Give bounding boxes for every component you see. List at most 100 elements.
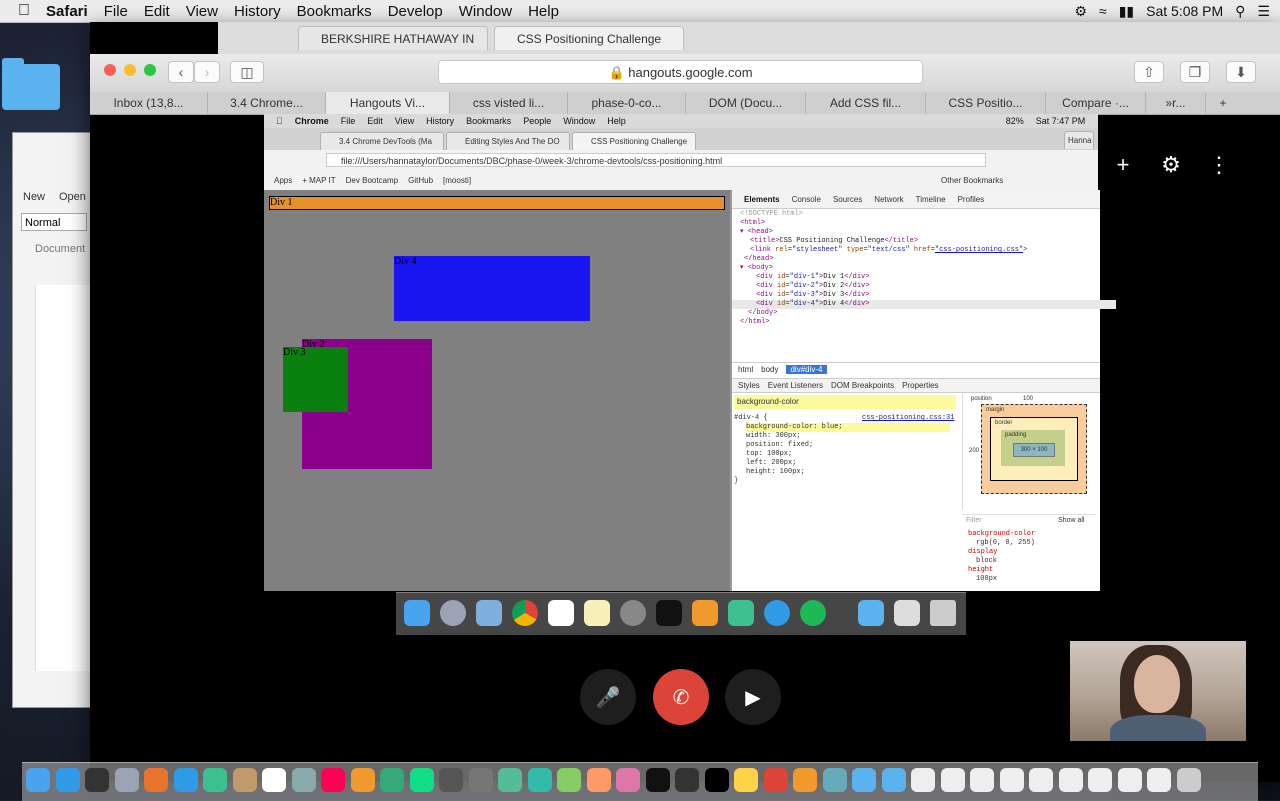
spotlight-icon[interactable]: ⚲ bbox=[1235, 3, 1245, 20]
top-tab-css-positioning[interactable]: CSS Positioning Challenge bbox=[494, 26, 684, 50]
dock-app-icon[interactable] bbox=[439, 768, 463, 792]
minimize-window-button[interactable] bbox=[124, 64, 136, 76]
dock-app-icon[interactable] bbox=[734, 768, 758, 792]
dock-app-icon[interactable] bbox=[675, 768, 699, 792]
menu-help[interactable]: Help bbox=[528, 3, 559, 20]
safari-tab-bar: Inbox (13,8... 3.4 Chrome... Hangouts Vi… bbox=[90, 92, 1280, 115]
dock-app-icon[interactable] bbox=[1029, 768, 1053, 792]
wifi-icon[interactable]: ≈ bbox=[1099, 3, 1107, 19]
tab-overview-button[interactable]: ❐ bbox=[1180, 61, 1210, 83]
dock-app-icon[interactable] bbox=[822, 768, 847, 792]
tab-hangouts[interactable]: Hangouts Vi... bbox=[326, 92, 450, 114]
dock-app-icon[interactable] bbox=[468, 768, 493, 792]
style-select[interactable]: Normal bbox=[21, 213, 87, 231]
dock-app-icon[interactable] bbox=[55, 768, 80, 792]
dock-app-icon[interactable] bbox=[203, 768, 227, 792]
dock-app-icon[interactable] bbox=[144, 768, 168, 792]
address-bar[interactable]: 🔒 hangouts.google.com bbox=[438, 60, 923, 84]
dock-app-icon[interactable] bbox=[527, 768, 552, 792]
dock-app-icon[interactable] bbox=[291, 768, 316, 792]
toggle-camera-button[interactable]: ▶ bbox=[725, 669, 781, 725]
sidebar-toggle-button[interactable]: ◫ bbox=[230, 61, 264, 83]
tab-chrome-devtools[interactable]: 3.4 Chrome... bbox=[208, 92, 326, 114]
close-window-button[interactable] bbox=[104, 64, 116, 76]
menu-history[interactable]: History bbox=[234, 3, 281, 20]
tab-dom[interactable]: DOM (Docu... bbox=[686, 92, 806, 114]
battery-icon[interactable]: ▮▮ bbox=[1119, 3, 1134, 20]
dock-app-icon[interactable] bbox=[911, 768, 935, 792]
document-label: Document bbox=[35, 243, 86, 255]
open-label[interactable]: Open bbox=[59, 191, 86, 203]
menu-edit[interactable]: Edit bbox=[144, 3, 170, 20]
dock-app-icon[interactable] bbox=[26, 768, 50, 792]
downloads-button[interactable]: ⬇ bbox=[1226, 61, 1256, 83]
dock-app-icon[interactable] bbox=[85, 768, 109, 792]
dock-app-icon[interactable] bbox=[321, 768, 345, 792]
share-button[interactable]: ⇧ bbox=[1134, 61, 1164, 83]
more-options-icon[interactable]: ⋮ bbox=[1206, 152, 1232, 178]
dock-app-icon[interactable] bbox=[881, 768, 906, 792]
dock-app-icon[interactable] bbox=[645, 768, 670, 792]
dock-app-icon[interactable] bbox=[1147, 768, 1171, 792]
shared-tabbar: 3.4 Chrome DevTools (Ma Editing Styles A… bbox=[264, 128, 1098, 150]
menu-file[interactable]: File bbox=[104, 3, 128, 20]
apple-icon[interactable]:  bbox=[18, 2, 30, 20]
tab-compare[interactable]: Compare ·... bbox=[1046, 92, 1146, 114]
dock-app-icon[interactable] bbox=[793, 768, 817, 792]
rule-line-left: left: 200px; bbox=[746, 459, 797, 467]
dock-app-icon[interactable] bbox=[114, 768, 139, 792]
dock-app-icon[interactable] bbox=[616, 768, 640, 792]
dock-app-icon[interactable] bbox=[1088, 768, 1112, 792]
tab-css-visited[interactable]: css visted li... bbox=[450, 92, 568, 114]
notification-center-icon[interactable]: ☰ bbox=[1257, 3, 1270, 20]
dock-app-icon[interactable] bbox=[940, 768, 965, 792]
dock-app-icon[interactable] bbox=[232, 768, 257, 792]
back-button[interactable]: ‹ bbox=[168, 61, 194, 83]
app-menu[interactable]: Safari bbox=[46, 3, 88, 20]
dock-app-icon[interactable] bbox=[1117, 768, 1142, 792]
menu-view[interactable]: View bbox=[186, 3, 218, 20]
menu-bookmarks[interactable]: Bookmarks bbox=[297, 3, 372, 20]
dock-app-icon[interactable] bbox=[350, 768, 375, 792]
new-tab-button[interactable]: + bbox=[1206, 92, 1240, 114]
main-dock bbox=[22, 762, 1258, 801]
tab-phase-0[interactable]: phase-0-co... bbox=[568, 92, 686, 114]
dock-app-icon[interactable] bbox=[409, 768, 434, 792]
tab-inbox[interactable]: Inbox (13,8... bbox=[90, 92, 208, 114]
tab-css-positioning[interactable]: CSS Positio... bbox=[926, 92, 1046, 114]
dock-app-icon[interactable] bbox=[852, 768, 876, 792]
dock-app-icon[interactable] bbox=[262, 768, 286, 792]
menu-develop[interactable]: Develop bbox=[388, 3, 443, 20]
menu-window[interactable]: Window bbox=[459, 3, 512, 20]
self-video-preview[interactable] bbox=[1070, 641, 1246, 741]
tab-overflow[interactable]: »r... bbox=[1146, 92, 1206, 114]
dock-app-icon[interactable] bbox=[380, 768, 404, 792]
dock-app-icon[interactable] bbox=[586, 768, 611, 792]
shared-tab-editing-styles: Editing Styles And The DO bbox=[446, 132, 570, 150]
dock-app-icon[interactable] bbox=[704, 768, 729, 792]
new-label[interactable]: New bbox=[23, 191, 45, 203]
time-machine-icon[interactable]: ⚙ bbox=[1074, 3, 1087, 20]
dock-app-icon[interactable] bbox=[557, 768, 581, 792]
dock-app-icon[interactable] bbox=[1176, 768, 1201, 792]
dock-app-icon[interactable] bbox=[173, 768, 198, 792]
add-person-icon[interactable]: + bbox=[1110, 152, 1136, 178]
dock-app-icon[interactable] bbox=[999, 768, 1024, 792]
mute-microphone-button[interactable]: 🎤 bbox=[580, 669, 636, 725]
settings-gear-icon[interactable]: ⚙ bbox=[1158, 152, 1184, 178]
tab-add-css[interactable]: Add CSS fil... bbox=[806, 92, 926, 114]
dock-app-icon[interactable] bbox=[1058, 768, 1083, 792]
hang-up-button[interactable]: ✆ bbox=[653, 669, 709, 725]
dock-app-icon[interactable] bbox=[763, 768, 788, 792]
desktop-folder-icon[interactable] bbox=[2, 58, 60, 110]
zoom-window-button[interactable] bbox=[144, 64, 156, 76]
computed-display-name: display bbox=[968, 548, 998, 556]
forward-button[interactable]: › bbox=[194, 61, 220, 83]
dock-app-icon[interactable] bbox=[498, 768, 522, 792]
phone-hangup-icon: ✆ bbox=[672, 686, 690, 709]
dock-app-icon[interactable] bbox=[970, 768, 994, 792]
crumb-div4: div#div-4 bbox=[786, 364, 827, 374]
menubar-clock[interactable]: Sat 5:08 PM bbox=[1146, 3, 1223, 19]
top-tab-berkshire[interactable]: BERKSHIRE HATHAWAY IN bbox=[298, 26, 488, 50]
document-page[interactable] bbox=[35, 285, 92, 671]
